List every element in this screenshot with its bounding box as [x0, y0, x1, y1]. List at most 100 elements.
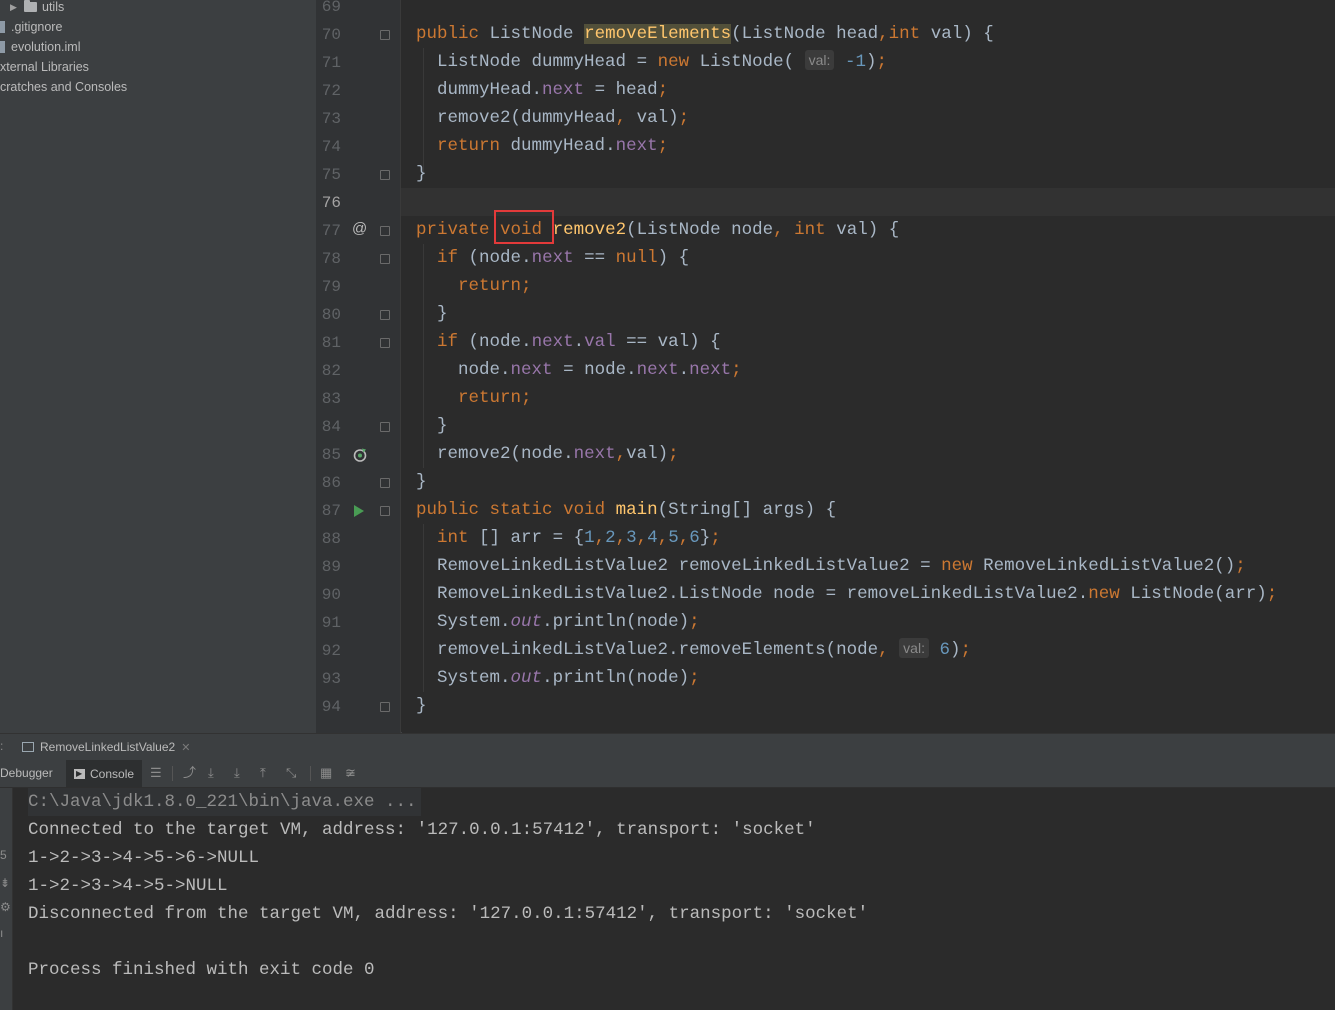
divider	[172, 766, 173, 781]
editor-gutter[interactable]: 69 70 71 72 73 74 75 76 77 78 79 80 81 8…	[316, 0, 401, 733]
fold-marker-icon[interactable]	[380, 310, 390, 320]
code-line-86[interactable]: }	[416, 468, 427, 496]
divider	[310, 766, 311, 781]
side-tool-icon[interactable]: ı	[0, 926, 3, 940]
code-line-87[interactable]: public static void main(String[] args) {	[416, 496, 836, 524]
code-line-78[interactable]: if (node.next == null) {	[416, 244, 689, 272]
code-line-77[interactable]: private void remove2(ListNode node, int …	[416, 216, 899, 244]
line-number-current: 76	[321, 194, 341, 212]
run-to-cursor-icon[interactable]: ⤡	[286, 766, 296, 780]
console-line: Connected to the target VM, address: '12…	[28, 820, 816, 840]
step-into-icon[interactable]: ⤓	[234, 766, 240, 780]
override-icon[interactable]: @	[352, 215, 367, 243]
console-line-command: C:\Java\jdk1.8.0_221\bin\java.exe ...	[28, 788, 421, 816]
tab-run-config[interactable]: RemoveLinkedListValue2 ✕	[22, 734, 190, 760]
side-tool-icon[interactable]: 5	[0, 848, 7, 862]
tree-item-label: xternal Libraries	[0, 60, 89, 74]
fold-marker-icon[interactable]	[380, 170, 390, 180]
tree-item-utils[interactable]: ▶ utils	[10, 0, 64, 17]
code-line-72[interactable]: dummyHead.next = head;	[416, 76, 668, 104]
tab-bar-edge: :	[0, 739, 4, 753]
code-line-88[interactable]: int [] arr = {1,2,3,4,5,6};	[416, 524, 721, 552]
side-tool-icon[interactable]: ⚙	[0, 900, 11, 914]
run-icon[interactable]	[352, 497, 366, 525]
evaluate-icon[interactable]: ▦	[320, 766, 332, 780]
line-number: 71	[321, 54, 341, 72]
tree-item-label: cratches and Consoles	[0, 80, 128, 94]
close-icon[interactable]: ✕	[181, 741, 190, 754]
code-line-80[interactable]: }	[416, 300, 448, 328]
code-line-93[interactable]: System.out.println(node);	[416, 664, 700, 692]
tab-console[interactable]: ▶ Console	[66, 760, 142, 787]
show-execution-point-icon[interactable]: ⤴	[183, 766, 196, 780]
console-line: Disconnected from the target VM, address…	[28, 904, 869, 924]
code-line-89[interactable]: RemoveLinkedListValue2 removeLinkedListV…	[416, 552, 1246, 580]
line-number: 89	[321, 558, 341, 576]
code-line-71[interactable]: ListNode dummyHead = new ListNode( val: …	[416, 48, 887, 76]
code-line-75[interactable]: }	[416, 160, 427, 188]
run-tab-bar: : RemoveLinkedListValue2 ✕	[0, 733, 1335, 761]
code-line-82[interactable]: node.next = node.next.next;	[416, 356, 742, 384]
step-over-icon[interactable]: ⤓	[208, 766, 214, 780]
expand-arrow-icon[interactable]: ▶	[10, 0, 24, 17]
line-number: 82	[321, 362, 341, 380]
code-line-90[interactable]: RemoveLinkedListValue2.ListNode node = r…	[416, 580, 1277, 608]
code-line-74[interactable]: return dummyHead.next;	[416, 132, 668, 160]
fold-marker-icon[interactable]	[380, 478, 390, 488]
code-line-85[interactable]: remove2(node.next,val);	[416, 440, 679, 468]
tree-item-label: utils	[42, 0, 65, 14]
code-line-94[interactable]: }	[416, 692, 427, 720]
line-number: 93	[321, 670, 341, 688]
line-number: 80	[321, 306, 341, 324]
code-line-92[interactable]: removeLinkedListValue2.removeElements(no…	[416, 636, 971, 664]
code-line-73[interactable]: remove2(dummyHead, val);	[416, 104, 689, 132]
console-line: 1->2->3->4->5->NULL	[28, 876, 228, 896]
code-line-81[interactable]: if (node.next.val == val) {	[416, 328, 721, 356]
window-icon	[22, 742, 34, 752]
code-line-84[interactable]: }	[416, 412, 448, 440]
tree-item-iml[interactable]: evolution.iml	[0, 37, 80, 57]
console-side-toolbar: 5 ⇟ ⚙ ı	[0, 788, 13, 1010]
tree-item-scratches[interactable]: cratches and Consoles	[0, 77, 127, 97]
highlight-box	[494, 210, 554, 244]
line-number: 81	[321, 334, 341, 352]
line-number: 73	[321, 110, 341, 128]
code-line-79[interactable]: return;	[416, 272, 532, 300]
fold-marker-icon[interactable]	[380, 226, 390, 236]
tab-debugger[interactable]: Debugger	[0, 766, 53, 780]
code-line-83[interactable]: return;	[416, 384, 532, 412]
line-number: 72	[321, 82, 341, 100]
code-line-95-partial: }	[401, 720, 404, 733]
line-number: 91	[321, 614, 341, 632]
step-out-icon[interactable]: ⤒	[260, 766, 266, 780]
code-editor[interactable]: public ListNode removeElements(ListNode …	[401, 0, 1335, 733]
fold-marker-icon[interactable]	[380, 422, 390, 432]
console-output[interactable]: C:\Java\jdk1.8.0_221\bin\java.exe ... Co…	[13, 788, 1335, 1010]
debug-toolbar: Debugger ▶ Console ☰ ⤴ ⤓ ⤓ ⤒ ⤡ ▦ ≆	[0, 760, 1335, 788]
line-number: 86	[321, 474, 341, 492]
line-number: 87	[321, 502, 341, 520]
fold-marker-icon[interactable]	[380, 702, 390, 712]
line-number: 83	[321, 390, 341, 408]
code-line-91[interactable]: System.out.println(node);	[416, 608, 700, 636]
recursion-icon[interactable]	[352, 441, 368, 469]
fold-marker-icon[interactable]	[380, 338, 390, 348]
param-hint: val:	[899, 638, 929, 658]
line-number: 77	[321, 222, 341, 240]
console-line: Process finished with exit code 0	[28, 960, 375, 980]
side-tool-icon[interactable]: ⇟	[0, 876, 10, 890]
trace-icon[interactable]: ≆	[345, 766, 356, 780]
line-number: 70	[321, 26, 341, 44]
fold-marker-icon[interactable]	[380, 254, 390, 264]
code-line-70[interactable]: public ListNode removeElements(ListNode …	[416, 20, 994, 48]
console-line: 1->2->3->4->5->6->NULL	[28, 848, 260, 868]
line-number: 84	[321, 418, 341, 436]
menu-icon[interactable]: ☰	[150, 766, 162, 780]
tree-item-gitignore[interactable]: .gitignore	[0, 17, 62, 37]
tree-item-external-libraries[interactable]: xternal Libraries	[0, 57, 89, 77]
file-icon	[0, 41, 5, 53]
tree-item-label: .gitignore	[11, 20, 63, 34]
fold-marker-icon[interactable]	[380, 506, 390, 516]
fold-marker-icon[interactable]	[380, 30, 390, 40]
line-number: 92	[321, 642, 341, 660]
